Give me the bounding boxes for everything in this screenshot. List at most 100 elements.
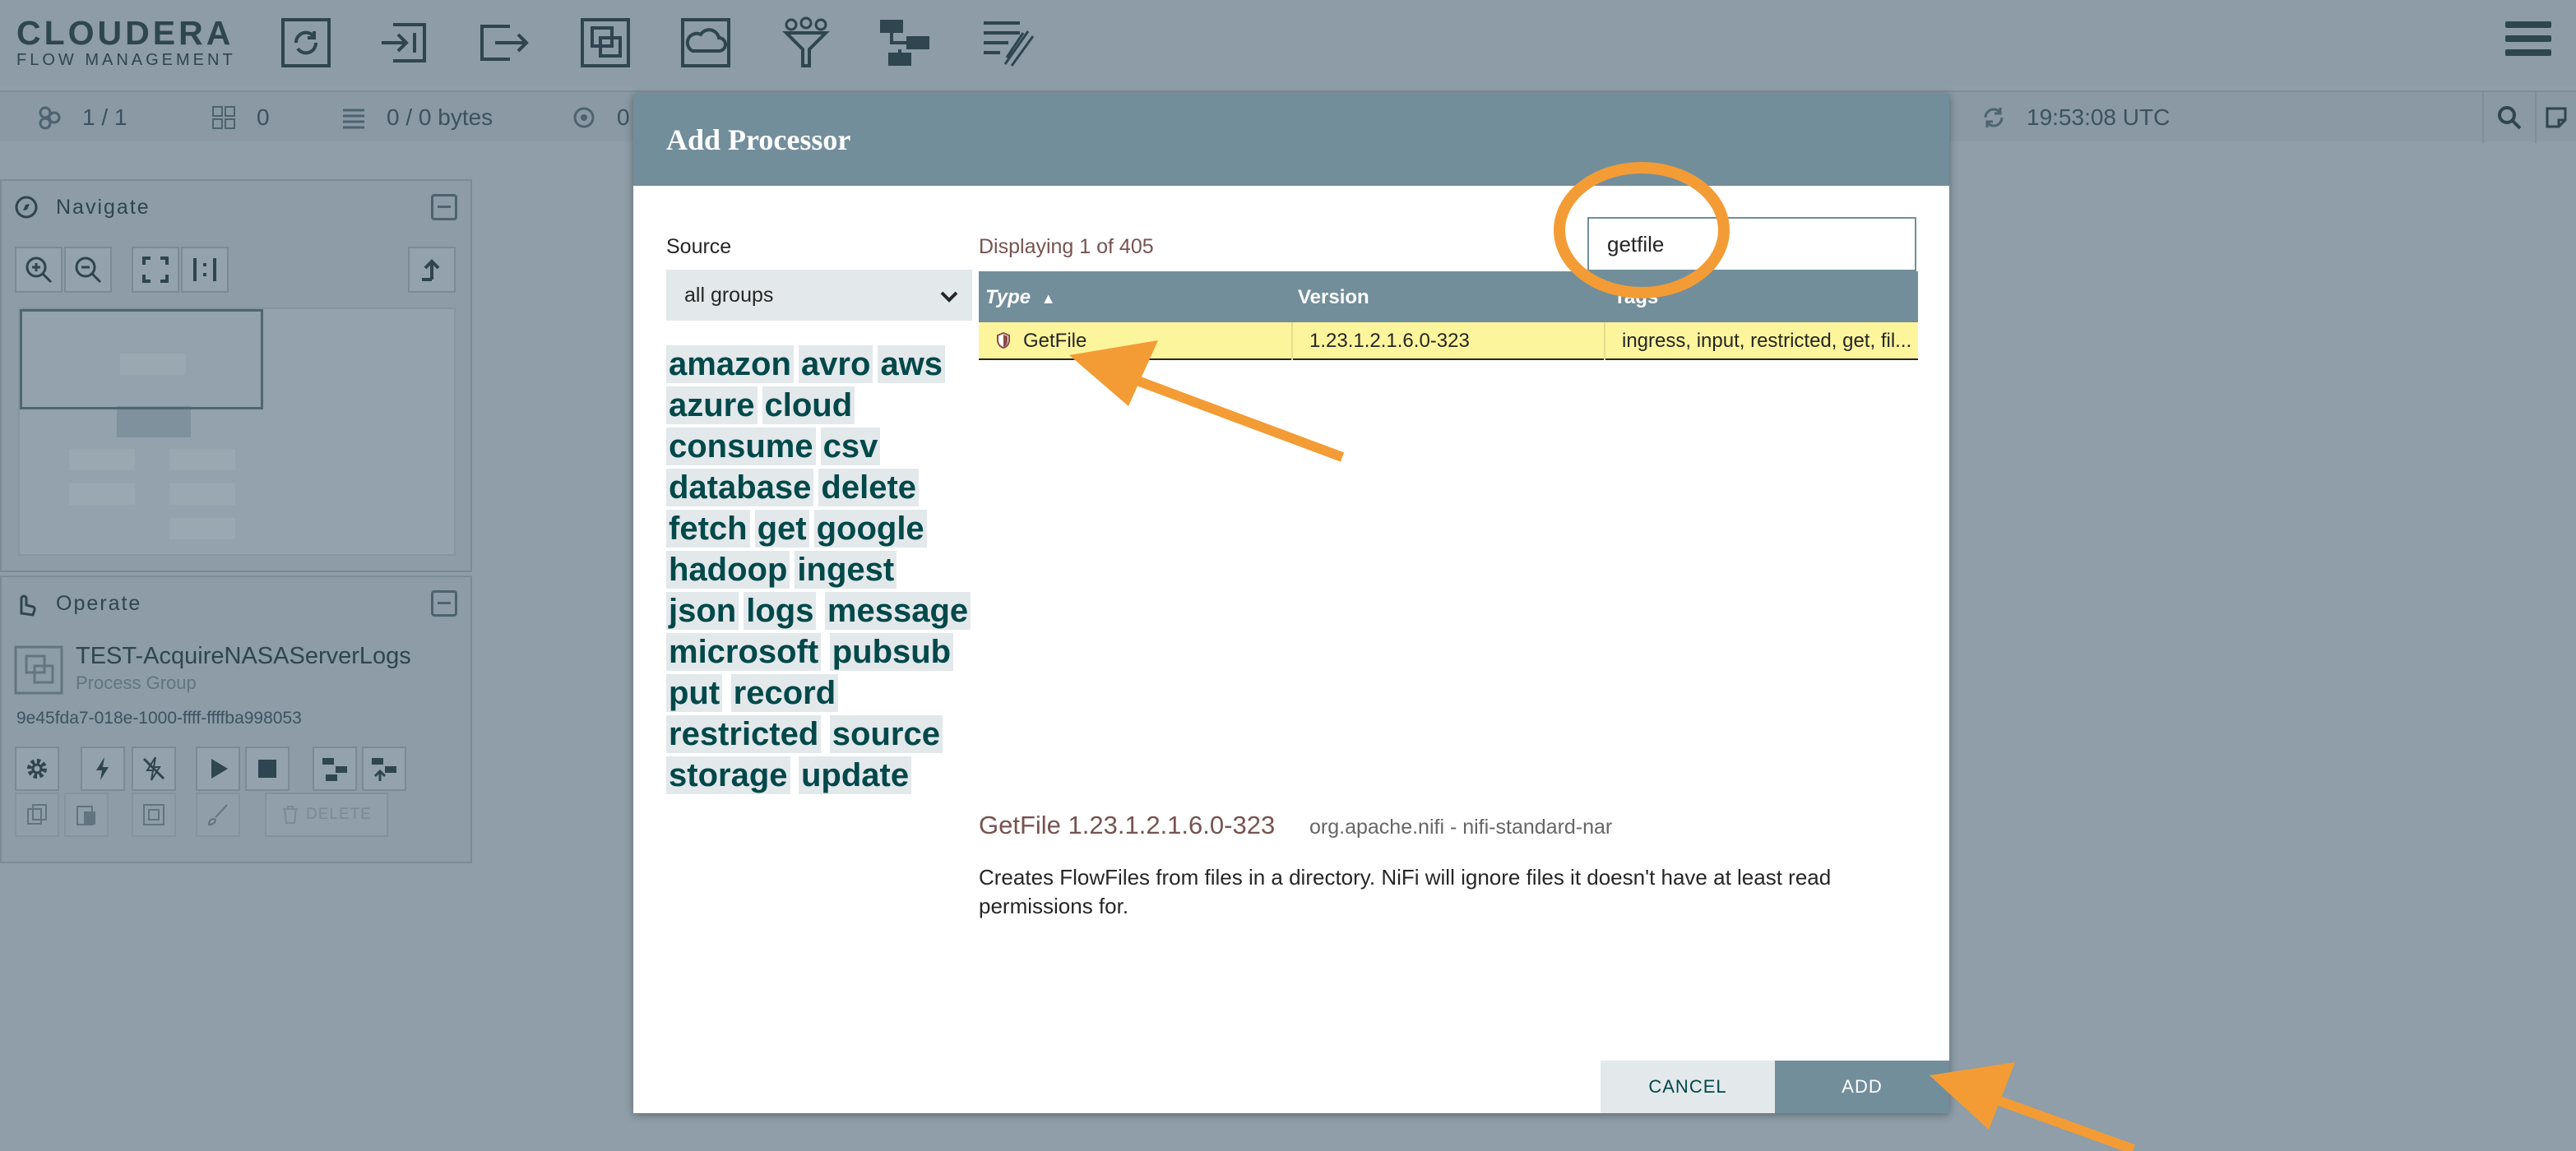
trash-icon[interactable] [281,805,299,825]
paste-button[interactable] [64,793,109,837]
template-icon[interactable] [321,755,349,783]
tag-item[interactable]: pubsub [829,633,954,671]
tag-item[interactable]: storage [666,756,790,794]
tag-item[interactable]: json [666,592,739,630]
zoom-out-icon[interactable] [73,255,103,284]
lightning-icon[interactable] [90,756,116,782]
column-header-version[interactable]: Version [1298,286,1369,309]
add-processor-dialog: Add Processor Source all groups amazon av… [633,94,1949,1113]
tag-item[interactable]: amazon [666,345,794,383]
process-group-icon[interactable] [577,15,633,71]
global-menu-button[interactable] [2505,21,2551,62]
dialog-title: Add Processor [633,94,1949,186]
label-icon[interactable] [979,15,1035,71]
output-port-icon[interactable] [477,15,533,71]
tag-item[interactable]: restricted [666,715,822,753]
zoom-in-button[interactable] [15,247,63,293]
column-header-type[interactable]: Type ▲ [985,286,1056,309]
tag-item[interactable]: microsoft [666,633,822,671]
processor-table: Type ▲ Version Tags GetFile 1.23.1.2.1.6… [979,271,1918,360]
column-header-tags[interactable]: Tags [1614,286,1658,309]
create-template-button[interactable] [313,747,357,791]
copy-button[interactable] [15,793,59,837]
tag-item[interactable]: consume [666,428,816,465]
lightning-slash-icon[interactable] [141,756,167,782]
tag-item[interactable]: put [666,674,723,712]
tag-item[interactable]: logs [744,592,817,630]
chevron-down-icon[interactable] [938,284,961,307]
tag-item[interactable]: ingest [795,551,897,589]
birdseye-view[interactable] [18,307,456,556]
processor-icon[interactable] [278,15,334,71]
fit-button[interactable] [132,247,179,293]
start-button[interactable] [196,747,240,791]
queued-value: 0 / 0 bytes [387,104,493,130]
tag-item[interactable]: hadoop [666,551,790,589]
configure-button[interactable] [15,747,59,791]
tag-item[interactable]: update [798,756,912,794]
restricted-shield-icon [997,332,1010,349]
paste-icon[interactable] [74,802,99,827]
stop-button[interactable] [245,747,290,791]
tag-item[interactable]: get [754,510,809,548]
flow-search-button[interactable] [2482,92,2535,143]
tag-item[interactable]: database [666,469,814,506]
change-color-button[interactable] [196,793,240,837]
funnel-icon[interactable] [778,15,834,71]
zoom-out-button[interactable] [64,247,112,293]
stopped-stat: 0 [571,92,630,143]
operate-collapse-button[interactable] [431,590,457,617]
paint-brush-icon[interactable] [206,802,230,827]
actual-size-icon[interactable] [190,255,220,284]
selected-component-name: TEST-AcquireNASAServerLogs [76,643,411,669]
delete-button[interactable]: DELETE [265,793,388,837]
birdseye-viewport[interactable] [20,309,263,409]
disable-button[interactable] [132,747,176,791]
tag-item[interactable]: avro [798,345,873,383]
group-button[interactable] [132,793,176,837]
gear-icon[interactable] [24,756,50,782]
arrow-up-icon[interactable] [417,255,447,284]
tag-item[interactable]: csv [820,428,881,465]
tag-item[interactable]: delete [818,469,920,506]
tag-item[interactable]: record [730,674,839,712]
refresh-time: 19:53:08 UTC [2027,104,2171,130]
tag-item[interactable]: source [829,715,943,753]
copy-icon[interactable] [25,802,49,827]
upload-template-button[interactable] [362,747,406,791]
add-button[interactable]: ADD [1775,1061,1949,1113]
actual-size-button[interactable] [181,247,229,293]
stop-icon[interactable] [254,756,280,782]
tag-item[interactable]: aws [878,345,946,383]
group-icon[interactable] [141,802,166,827]
cancel-button[interactable]: CANCEL [1601,1061,1775,1113]
search-icon[interactable] [2497,105,2522,130]
input-port-icon[interactable] [377,15,433,71]
logo-subtitle: FLOW MANAGEMENT [16,51,236,69]
source-group-select[interactable]: all groups [666,270,972,321]
source-label: Source [666,235,732,258]
template-icon[interactable] [877,15,933,71]
tag-item[interactable]: fetch [666,510,750,548]
fit-screen-icon[interactable] [141,255,170,284]
tag-item[interactable]: message [824,592,971,630]
leave-group-button[interactable] [408,247,456,293]
table-row[interactable]: GetFile 1.23.1.2.1.6.0-323 ingress, inpu… [979,322,1918,360]
tag-item[interactable]: cloud [762,386,855,424]
tag-item[interactable]: google [813,510,927,548]
navigate-collapse-button[interactable] [431,194,457,220]
table-header: Type ▲ Version Tags [979,271,1918,322]
remote-process-group-icon[interactable] [678,15,734,71]
tag-item[interactable]: azure [666,386,758,424]
upload-template-icon[interactable] [370,755,398,783]
tag-cloud: amazon avro aws azure cloud consume csv data… [666,345,979,797]
compass-icon [15,196,38,219]
bulletin-board-button[interactable] [2535,92,2576,143]
zoom-in-icon[interactable] [24,255,53,284]
refresh-stat[interactable]: 19:53:08 UTC [1981,92,2170,143]
refresh-icon[interactable] [1981,104,2007,131]
sticky-note-icon[interactable] [2545,106,2568,129]
processor-filter-input[interactable] [1587,217,1916,271]
enable-button[interactable] [81,747,125,791]
play-icon[interactable] [205,756,231,782]
